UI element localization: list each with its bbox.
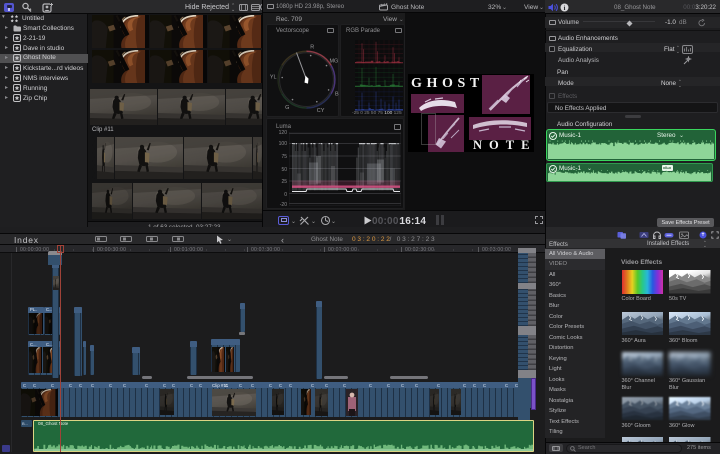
svg-text:G: G [285, 105, 289, 111]
svg-text:YL: YL [270, 75, 277, 81]
svg-text:CY: CY [317, 108, 325, 114]
svg-text:i: i [564, 4, 566, 11]
svg-text:MG: MG [329, 58, 338, 64]
svg-text:B: B [335, 92, 339, 98]
svg-text:R: R [310, 45, 314, 51]
